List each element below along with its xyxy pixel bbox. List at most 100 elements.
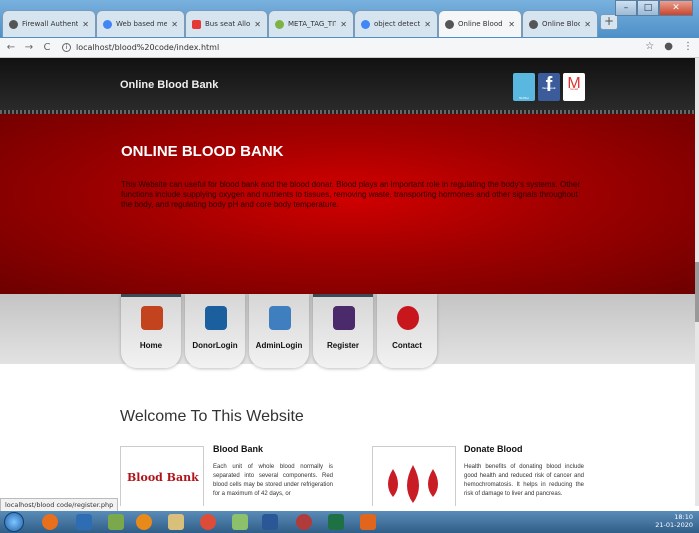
main-nav: Home DonorLogin AdminLogin Register Cont…: [0, 294, 699, 368]
tab-online-blood-bank-active[interactable]: Online Blood Bank ✕: [438, 10, 522, 37]
paint-icon[interactable]: [232, 514, 248, 530]
admin-icon: [269, 306, 291, 330]
nav-label: DonorLogin: [192, 341, 238, 350]
facebook-label: facebook: [542, 86, 556, 90]
home-icon: [141, 306, 163, 330]
donor-icon: [205, 306, 227, 330]
window-close-icon[interactable]: ✕: [659, 0, 693, 16]
tab-online-blood-bank[interactable]: Online Blood Bank ✕: [522, 10, 598, 37]
tab-favicon-icon: [445, 19, 454, 29]
nav-label: AdminLogin: [255, 341, 303, 350]
taskbar: 18:10 21-01-2020: [0, 511, 699, 533]
explorer-icon[interactable]: [168, 514, 184, 530]
url-field[interactable]: i localhost/blood%20code/index.html: [62, 43, 219, 52]
tab-close-icon[interactable]: ✕: [340, 20, 347, 29]
minimize-icon[interactable]: –: [615, 0, 637, 16]
web-page: Online Blood Bank Twitter f facebook M G…: [0, 58, 699, 506]
url-text: localhost/blood%20code/index.html: [76, 43, 220, 52]
tab-favicon-icon: [361, 19, 370, 29]
tab-object-detection[interactable]: object detection w ✕: [354, 10, 438, 37]
tab-close-icon[interactable]: ✕: [171, 20, 178, 29]
card-text-blood-bank: Each unit of whole blood normally is sep…: [213, 464, 333, 497]
tab-title: Firewall Authenticat: [22, 20, 79, 28]
media-icon[interactable]: [76, 514, 92, 530]
tab-meta-title[interactable]: META_TAG_TITLE ✕: [268, 10, 354, 37]
maximize-icon[interactable]: □: [637, 0, 659, 16]
tab-close-icon[interactable]: ✕: [584, 20, 591, 29]
banner-text: This Website can useful for blood bank a…: [121, 180, 580, 209]
tab-favicon-icon: [103, 19, 112, 29]
scrollbar-thumb[interactable]: [695, 262, 699, 322]
app-icon[interactable]: [108, 514, 124, 530]
phone-icon: [397, 306, 419, 330]
vlc-icon[interactable]: [136, 514, 152, 530]
office-icon[interactable]: [360, 514, 376, 530]
word-icon[interactable]: [262, 514, 278, 530]
tab-title: object detection w: [374, 20, 421, 28]
blood-bank-image: Blood Bank: [120, 446, 204, 506]
nav-label: Contact: [392, 341, 422, 350]
tray-time: 18:10: [674, 513, 693, 521]
back-icon[interactable]: ←: [4, 42, 18, 53]
tab-bus-seat[interactable]: Bus seat Allocation ✕: [185, 10, 268, 37]
tab-favicon-icon: [529, 19, 538, 29]
card-title-donate-blood: Donate Blood: [464, 444, 523, 454]
window-controls: – □ ✕: [615, 0, 693, 16]
chrome-icon[interactable]: [200, 514, 216, 530]
address-bar: ← → C i localhost/blood%20code/index.htm…: [0, 38, 699, 58]
tab-favicon-icon: [192, 19, 201, 29]
excel-icon[interactable]: [328, 514, 344, 530]
nav-admin-login[interactable]: AdminLogin: [249, 294, 309, 368]
blood-drops-icon: [388, 465, 438, 503]
gmail-icon[interactable]: M Gmail: [563, 73, 585, 101]
site-header: Online Blood Bank Twitter f facebook M G…: [0, 58, 699, 110]
site-name: Online Blood Bank: [120, 79, 219, 91]
tray-date: 21-01-2020: [655, 521, 693, 529]
browser-window: Firewall Authenticat ✕ Web based meetin …: [0, 0, 699, 533]
tab-close-icon[interactable]: ✕: [254, 20, 261, 29]
card-title-blood-bank: Blood Bank: [213, 444, 264, 454]
card-text-donate-blood: Health benefits of donating blood includ…: [464, 464, 584, 497]
register-icon: [333, 306, 355, 330]
tab-firewall[interactable]: Firewall Authenticat ✕: [2, 10, 96, 37]
tab-title: META_TAG_TITLE: [288, 20, 336, 28]
twitter-label: Twitter: [518, 96, 530, 100]
tab-title: Bus seat Allocation: [205, 20, 251, 28]
bookmark-star-icon[interactable]: ☆: [645, 41, 654, 52]
tab-strip: Firewall Authenticat ✕ Web based meetin …: [0, 0, 699, 38]
reload-icon[interactable]: C: [40, 42, 54, 53]
donate-blood-image: [372, 446, 456, 506]
status-url: localhost/blood code/register.php: [0, 498, 119, 512]
tab-close-icon[interactable]: ✕: [508, 20, 515, 29]
facebook-icon[interactable]: f facebook: [538, 73, 560, 101]
forward-icon[interactable]: →: [22, 42, 36, 53]
nav-label: Home: [139, 341, 163, 350]
tab-favicon-icon: [275, 19, 284, 29]
tab-favicon-icon: [9, 19, 18, 29]
system-tray: 18:10 21-01-2020: [655, 513, 693, 529]
info-icon[interactable]: i: [62, 43, 71, 52]
nav-register[interactable]: Register: [313, 294, 373, 368]
banner-title: ONLINE BLOOD BANK: [121, 143, 284, 160]
twitter-icon[interactable]: Twitter: [513, 73, 535, 101]
nav-donor-login[interactable]: DonorLogin: [185, 294, 245, 368]
nav-home[interactable]: Home: [121, 294, 181, 368]
blood-bank-image-text: Blood Bank: [127, 471, 199, 484]
nav-label: Register: [326, 341, 359, 350]
tab-close-icon[interactable]: ✕: [424, 20, 431, 29]
profile-icon[interactable]: ●: [664, 41, 673, 52]
settings-icon[interactable]: [296, 514, 312, 530]
new-tab-button[interactable]: +: [600, 14, 618, 30]
tab-close-icon[interactable]: ✕: [82, 20, 89, 29]
start-button[interactable]: [4, 512, 24, 532]
nav-contact[interactable]: Contact: [377, 294, 437, 368]
welcome-heading: Welcome To This Website: [120, 408, 304, 425]
gmail-label: Gmail: [570, 87, 578, 91]
tab-title: Online Blood Bank: [542, 20, 580, 28]
menu-dots-icon[interactable]: ⋮: [683, 41, 693, 52]
firefox-icon[interactable]: [42, 514, 58, 530]
tab-title: Web based meetin: [116, 20, 167, 28]
tab-title: Online Blood Bank: [458, 20, 504, 28]
tab-web-meeting[interactable]: Web based meetin ✕: [96, 10, 185, 37]
hero-banner: ONLINE BLOOD BANK This Website can usefu…: [0, 114, 699, 294]
